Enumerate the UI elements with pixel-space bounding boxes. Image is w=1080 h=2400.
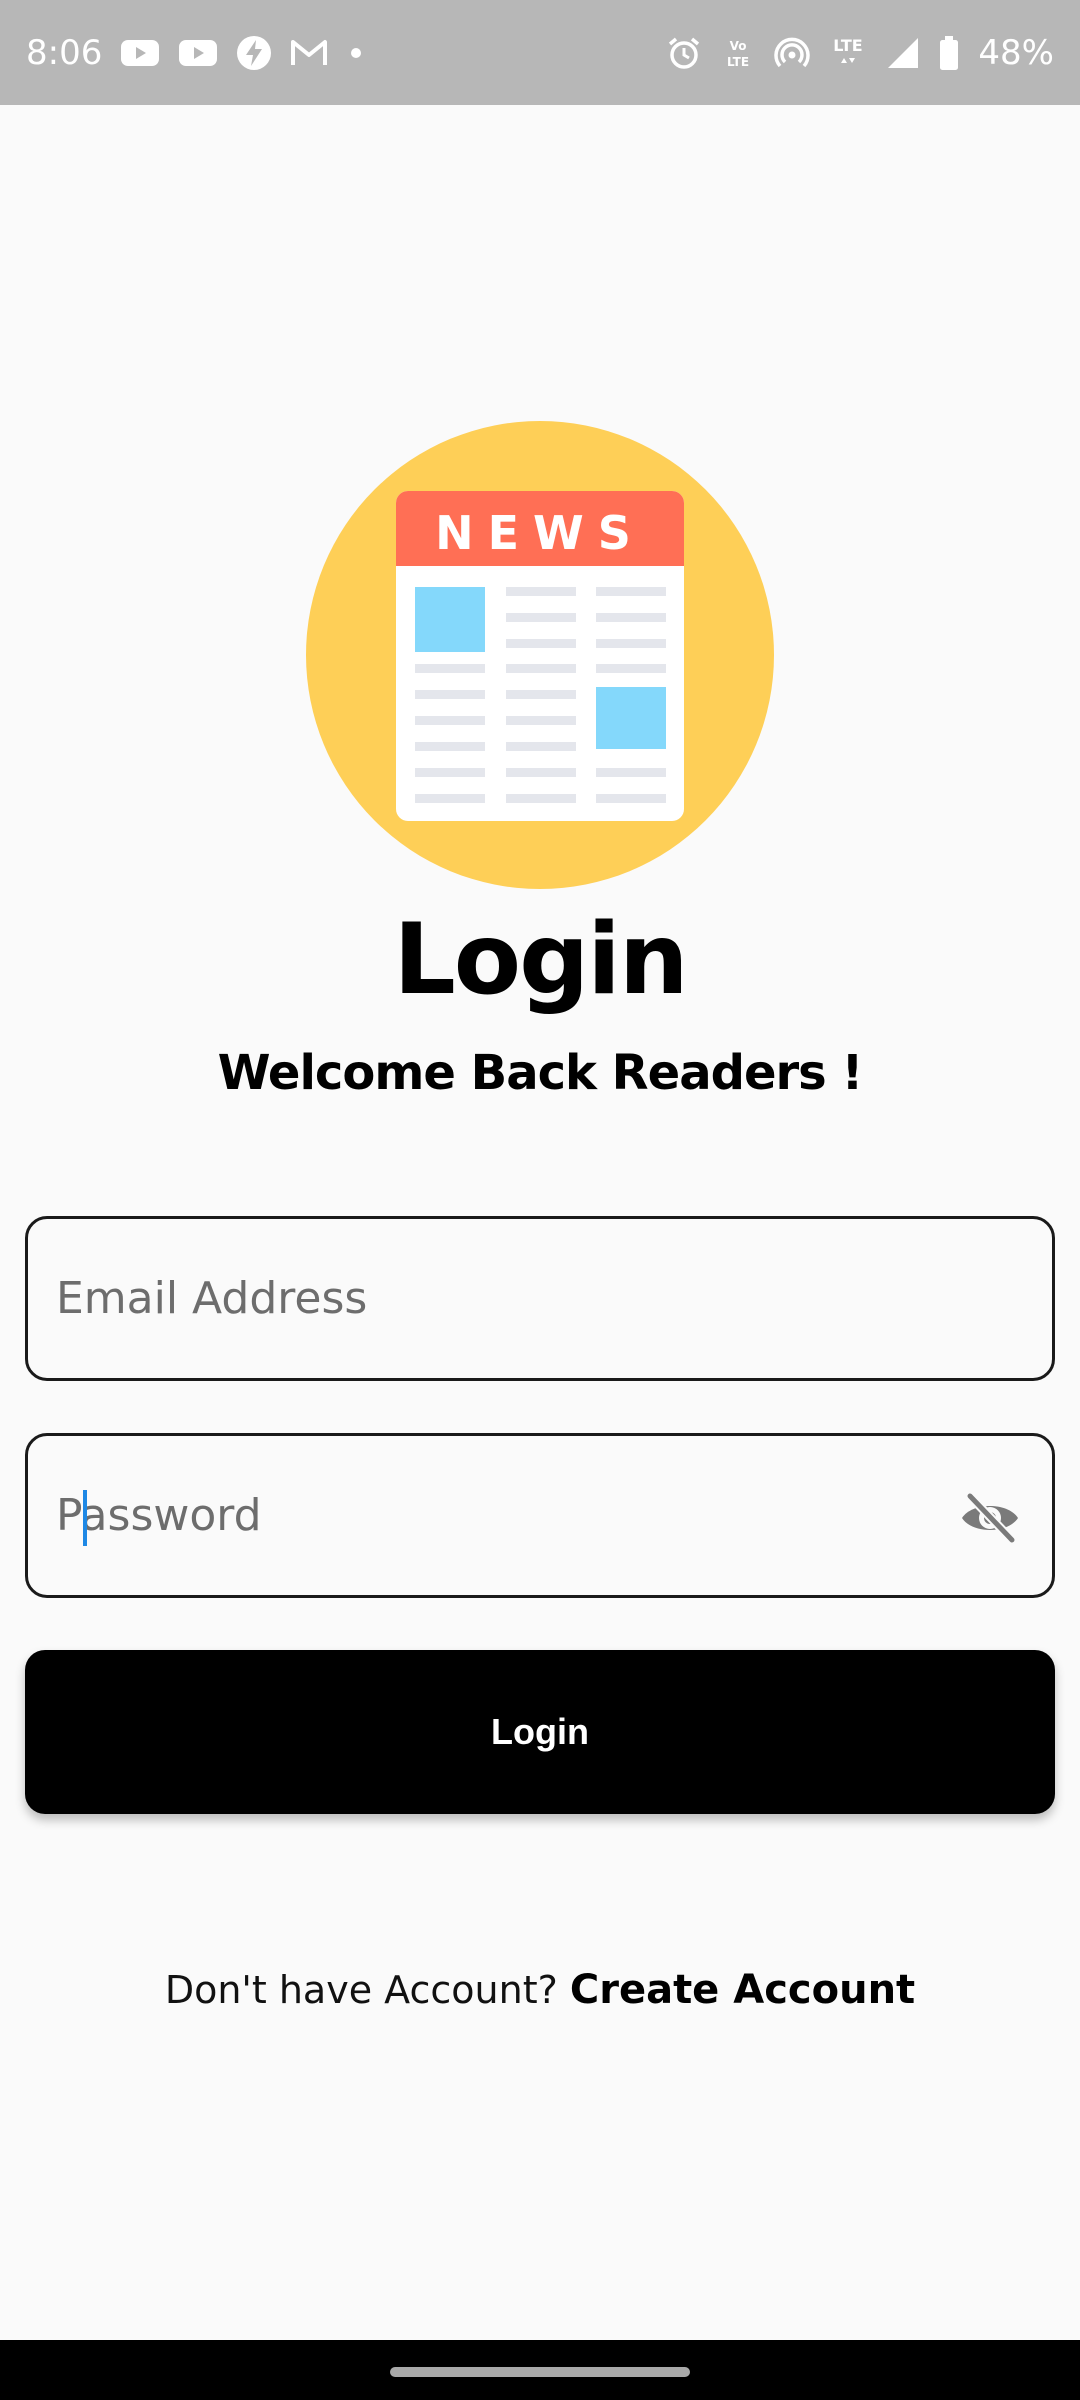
status-right: Vo LTE LTE 48% bbox=[666, 33, 1054, 73]
email-input[interactable] bbox=[56, 1273, 1024, 1324]
svg-text:LTE: LTE bbox=[727, 55, 749, 69]
login-button[interactable]: Login bbox=[25, 1650, 1055, 1814]
volte-icon: Vo LTE bbox=[720, 35, 756, 71]
newspaper-icon: NEWS bbox=[396, 491, 684, 821]
lte-label: LTE bbox=[834, 36, 863, 55]
signup-prompt: Don't have Account? bbox=[164, 1968, 558, 2012]
text-caret bbox=[83, 1490, 87, 1546]
navigation-bar bbox=[0, 2340, 1080, 2400]
password-field[interactable] bbox=[25, 1433, 1055, 1598]
create-account-link[interactable]: Create Account bbox=[570, 1967, 915, 2013]
hotspot-icon bbox=[774, 35, 811, 71]
signup-row: Don't have Account? Create Account bbox=[0, 1967, 1080, 2013]
battery-icon bbox=[938, 35, 960, 71]
youtube-icon bbox=[120, 38, 160, 68]
status-left: 8:06 bbox=[26, 33, 366, 73]
lte-icon: LTE bbox=[828, 33, 868, 73]
email-field[interactable] bbox=[25, 1216, 1055, 1381]
home-gesture-handle[interactable] bbox=[390, 2367, 690, 2377]
youtube-icon bbox=[178, 38, 218, 68]
news-banner-text: NEWS bbox=[435, 506, 645, 560]
welcome-subtitle: Welcome Back Readers ! bbox=[217, 1045, 864, 1101]
login-screen: NEWS Login Welcome Back Readers ! Email … bbox=[0, 105, 1080, 2340]
messenger-icon bbox=[236, 35, 272, 71]
news-logo: NEWS bbox=[306, 421, 774, 889]
page-title: Login bbox=[393, 903, 688, 1017]
signal-icon bbox=[886, 36, 920, 70]
status-time: 8:06 bbox=[26, 32, 103, 73]
gmail-icon bbox=[290, 38, 328, 68]
dot-icon bbox=[346, 43, 366, 63]
svg-text:Vo: Vo bbox=[730, 39, 747, 53]
eye-off-icon[interactable] bbox=[956, 1484, 1024, 1552]
battery-percent: 48% bbox=[978, 32, 1054, 73]
status-bar: 8:06 Vo LTE LTE 48% bbox=[0, 0, 1080, 105]
password-input[interactable] bbox=[56, 1490, 1024, 1541]
alarm-icon bbox=[666, 35, 702, 71]
